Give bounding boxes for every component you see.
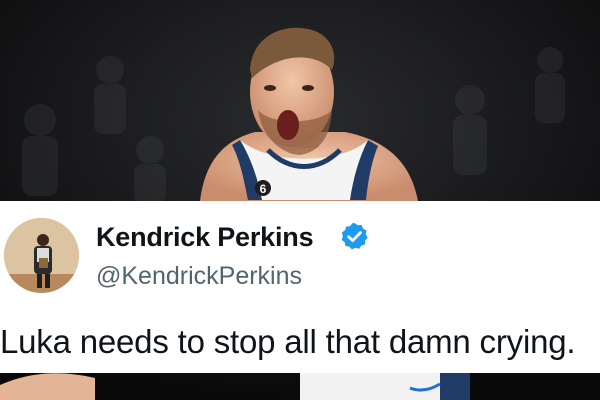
author-handle[interactable]: @KendrickPerkins — [96, 262, 302, 291]
avatar-image — [4, 218, 79, 293]
author-name[interactable]: Kendrick Perkins — [96, 222, 314, 253]
jersey-number: 6 — [260, 182, 267, 196]
verified-check-icon — [341, 222, 368, 250]
profile-avatar[interactable] — [4, 218, 79, 293]
tweet-text: Luka needs to stop all that damn crying. — [0, 323, 576, 360]
